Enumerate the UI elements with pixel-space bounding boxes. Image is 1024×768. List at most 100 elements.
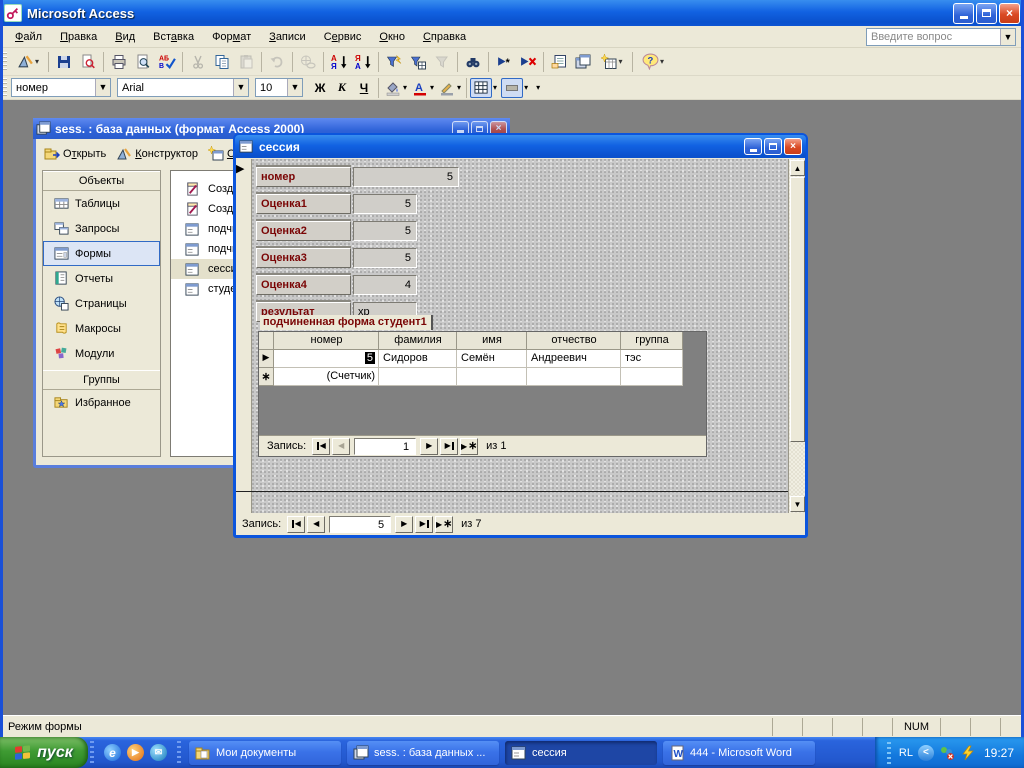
help-button[interactable]: ? ▾ — [636, 51, 670, 73]
menu-records[interactable]: Записи — [260, 28, 315, 46]
chevron-down-icon[interactable]: ▼ — [287, 79, 302, 96]
new-record-button[interactable]: ▶∗ — [435, 515, 454, 533]
object-pages[interactable]: Страницы — [43, 291, 160, 316]
cell-imya[interactable]: Семён — [457, 350, 527, 368]
chevron-down-icon[interactable]: ▾ — [660, 57, 664, 66]
taskbar-button-word[interactable]: W 444 - Microsoft Word — [663, 740, 815, 765]
column-header-otchestvo[interactable]: отчество — [527, 332, 621, 350]
sort-ascending-button[interactable]: АЯ — [327, 51, 351, 73]
cell-gruppa[interactable]: тэс — [621, 350, 683, 368]
hide-icons-chevron[interactable]: < — [917, 744, 934, 761]
language-indicator[interactable]: RL — [899, 747, 913, 759]
font-color-button[interactable]: А ▾ — [409, 78, 436, 98]
taskbar-button-my-documents[interactable]: Мои документы — [189, 740, 341, 765]
outlook-express-icon[interactable]: ✉ — [150, 744, 167, 761]
toolbar-options-icon[interactable]: ▾ — [536, 83, 540, 92]
cell-empty[interactable] — [621, 368, 683, 386]
new-object-button[interactable]: ▾ — [595, 51, 629, 73]
previous-record-button[interactable]: ◀ — [307, 515, 326, 533]
menu-format[interactable]: Формат — [203, 28, 260, 46]
chevron-down-icon[interactable]: ▼ — [1000, 29, 1015, 45]
column-header-imya[interactable]: имя — [457, 332, 527, 350]
chevron-down-icon[interactable]: ▾ — [430, 83, 434, 92]
cell-nomer[interactable]: 5 — [274, 350, 379, 368]
new-record-button[interactable]: * — [492, 51, 516, 73]
scroll-down-button[interactable]: ▼ — [790, 496, 805, 512]
form-window-title-bar[interactable]: сессия × — [235, 135, 806, 158]
line-color-button[interactable]: ▾ — [436, 78, 463, 98]
bold-button[interactable]: Ж — [309, 78, 331, 98]
form-restore-button[interactable] — [764, 138, 782, 155]
menu-tools[interactable]: Сервис — [315, 28, 371, 46]
cell-empty[interactable] — [527, 368, 621, 386]
chevron-down-icon[interactable]: ▼ — [233, 79, 248, 96]
row-selector-new[interactable]: ∗ — [259, 368, 274, 386]
start-button[interactable]: пуск — [0, 737, 88, 768]
object-tables[interactable]: Таблицы — [43, 191, 160, 216]
find-button[interactable] — [461, 51, 485, 73]
object-queries[interactable]: Запросы — [43, 216, 160, 241]
menu-edit[interactable]: Правка — [51, 28, 106, 46]
close-button[interactable]: × — [999, 2, 1020, 24]
restore-button[interactable] — [976, 2, 997, 24]
special-effect-button[interactable] — [501, 77, 524, 98]
vertical-scrollbar[interactable]: ▲ ▼ — [788, 159, 805, 513]
menu-insert[interactable]: Вставка — [144, 28, 203, 46]
design-button[interactable]: Конструктор — [116, 146, 198, 162]
subform-new-record-button[interactable]: ▶∗ — [460, 437, 479, 455]
cell-otchestvo[interactable]: Андреевич — [527, 350, 621, 368]
offline-users-icon[interactable] — [939, 745, 955, 761]
cell-empty[interactable] — [457, 368, 527, 386]
filter-by-form-button[interactable] — [406, 51, 430, 73]
row-selector-current[interactable]: ▶ — [259, 350, 274, 368]
datasheet-corner[interactable] — [259, 332, 274, 350]
menu-window[interactable]: Окно — [370, 28, 414, 46]
cell-empty[interactable] — [379, 368, 457, 386]
scrollbar-thumb[interactable] — [790, 177, 805, 442]
record-number-box[interactable]: 5 — [329, 515, 392, 533]
column-header-gruppa[interactable]: группа — [621, 332, 683, 350]
chevron-down-icon[interactable]: ▾ — [524, 83, 528, 92]
objects-header-button[interactable]: Объекты — [43, 171, 160, 191]
underline-button[interactable]: Ч — [353, 78, 375, 98]
field-value-ocenka1[interactable]: 5 — [353, 194, 417, 214]
chevron-down-icon[interactable]: ▾ — [493, 83, 497, 92]
record-selector-strip[interactable]: ▶ — [236, 159, 252, 513]
chevron-down-icon[interactable]: ▾ — [35, 57, 39, 66]
cell-familiya[interactable]: Сидоров — [379, 350, 457, 368]
next-record-button[interactable]: ▶ — [395, 515, 414, 533]
spelling-button[interactable]: АБ В — [155, 51, 179, 73]
print-button[interactable] — [107, 51, 131, 73]
font-name-combobox[interactable]: Arial ▼ — [117, 78, 249, 97]
font-size-combobox[interactable]: 10 ▼ — [255, 78, 303, 97]
object-forms[interactable]: Формы — [43, 241, 160, 266]
internet-explorer-icon[interactable]: e — [104, 744, 121, 761]
groups-header-button[interactable]: Группы — [43, 370, 160, 390]
italic-button[interactable]: К — [331, 78, 353, 98]
properties-button[interactable] — [547, 51, 571, 73]
subform-next-record-button[interactable]: ▶ — [420, 437, 439, 455]
object-modules[interactable]: Модули — [43, 341, 160, 366]
taskbar-button-database[interactable]: sess. : база данных ... — [347, 740, 499, 765]
field-value-ocenka2[interactable]: 5 — [353, 221, 417, 241]
open-button[interactable]: Открыть — [44, 146, 106, 162]
cell-nomer-new[interactable]: (Счетчик) — [274, 368, 379, 386]
taskbar-button-sessiya[interactable]: сессия — [505, 740, 657, 765]
column-header-nomer[interactable]: номер — [274, 332, 379, 350]
field-value-ocenka3[interactable]: 5 — [353, 248, 417, 268]
form-close-button[interactable]: × — [784, 138, 802, 155]
chevron-down-icon[interactable]: ▾ — [457, 83, 461, 92]
minimize-button[interactable] — [953, 2, 974, 24]
form-minimize-button[interactable] — [744, 138, 762, 155]
menu-file[interactable]: Файл — [6, 28, 51, 46]
database-window-button[interactable] — [571, 51, 595, 73]
last-record-button[interactable]: ▶ — [415, 515, 434, 533]
file-search-button[interactable] — [76, 51, 100, 73]
save-button[interactable] — [52, 51, 76, 73]
filter-by-selection-button[interactable] — [382, 51, 406, 73]
field-value-ocenka4[interactable]: 4 — [353, 275, 417, 295]
scroll-up-button[interactable]: ▲ — [790, 160, 805, 176]
first-record-button[interactable]: ◀ — [287, 515, 306, 533]
chevron-down-icon[interactable]: ▼ — [95, 79, 110, 96]
media-player-icon[interactable]: ▶ — [127, 744, 144, 761]
